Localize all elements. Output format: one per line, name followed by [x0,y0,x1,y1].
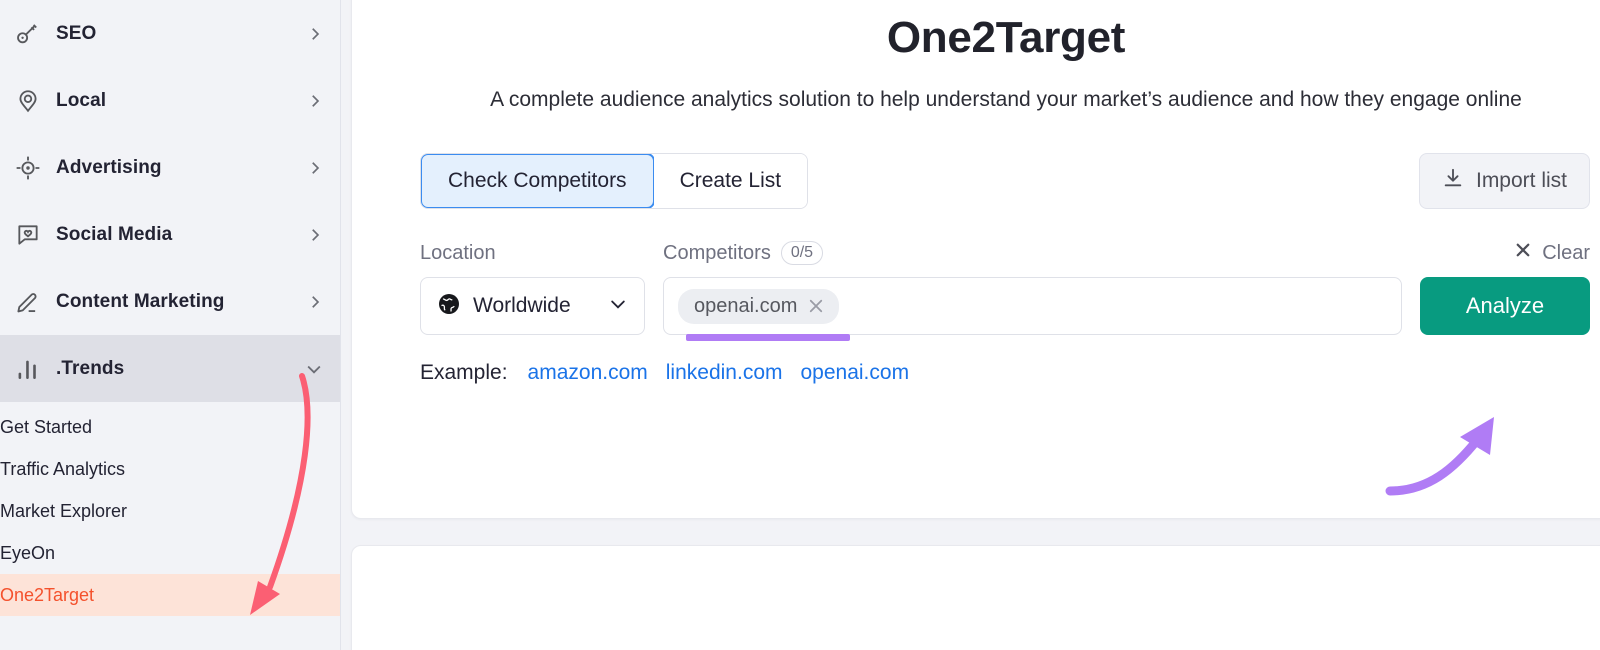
analyze-button[interactable]: Analyze [1420,277,1590,336]
chevron-right-icon [306,25,324,43]
sidebar-subitems: Get Started Traffic Analytics Market Exp… [0,402,340,616]
sidebar-item-one2target[interactable]: One2Target [0,574,340,616]
chevron-right-icon [306,293,324,311]
sidebar-item-advertising[interactable]: Advertising [0,134,340,201]
mode-segmented-control: Check Competitors Create List [420,153,809,210]
field-labels-row: Location Competitors 0/5 Clear [392,241,1600,266]
chevron-down-icon [304,359,324,379]
page-subtitle: A complete audience analytics solution t… [490,88,1522,111]
example-link-amazon[interactable]: amazon.com [528,361,648,385]
map-pin-icon [0,88,56,114]
sidebar-item-get-started[interactable]: Get Started [0,406,340,448]
competitors-count-badge: 0/5 [780,241,824,266]
sidebar-nav-groups: SEO Local Advertising Social Media Conte… [0,0,340,616]
sidebar-subitem-label: EyeOn [0,542,56,563]
sidebar-item-label: .Trends [56,357,125,379]
example-link-linkedin[interactable]: linkedin.com [666,361,783,385]
tabs-row: Check Competitors Create List Import lis… [392,153,1600,210]
clear-label: Clear [1542,241,1590,264]
target-icon [0,155,56,181]
clear-button[interactable]: Clear [1514,241,1590,265]
competitors-label: Competitors [663,241,771,264]
chevron-right-icon [306,92,324,110]
sidebar-item-content-marketing[interactable]: Content Marketing [0,268,340,335]
close-icon[interactable] [807,297,825,315]
sidebar-subitem-label: Get Started [0,416,93,437]
pencil-icon [0,289,56,315]
sidebar-item-local[interactable]: Local [0,67,340,134]
location-label: Location [420,241,496,264]
tab-create-list[interactable]: Create List [653,154,808,209]
competitor-tag-label: openai.com [694,294,798,317]
results-placeholder-card [351,545,1600,650]
example-link-openai[interactable]: openai.com [801,361,910,385]
sidebar-item-label: Advertising [56,156,162,178]
download-icon [1442,167,1464,195]
bar-chart-icon [0,356,56,382]
one2target-card: One2Target A complete audience analytics… [351,0,1600,519]
main-content: One2Target A complete audience analytics… [341,0,1600,650]
page-title: One2Target [886,13,1126,62]
app-root: SEO Local Advertising Social Media Conte… [0,0,1600,650]
sidebar-item-seo[interactable]: SEO [0,0,340,67]
chat-heart-icon [0,222,56,248]
sidebar-item-traffic-analytics[interactable]: Traffic Analytics [0,448,340,490]
location-select[interactable]: Worldwide [420,277,645,336]
key-icon [0,21,56,47]
tab-check-competitors[interactable]: Check Competitors [421,154,655,209]
sidebar-item-market-explorer[interactable]: Market Explorer [0,490,340,532]
close-icon [1514,241,1532,265]
sidebar-item-trends[interactable]: .Trends [0,335,340,402]
import-list-button[interactable]: Import list [1418,153,1590,210]
sidebar-item-eyeon[interactable]: EyeOn [0,532,340,574]
sidebar-item-label: SEO [56,22,97,44]
location-value: Worldwide [473,294,571,318]
sidebar-item-label: Content Marketing [56,290,225,312]
sidebar-item-label: Local [56,89,107,111]
competitors-label-group: Competitors 0/5 [663,241,824,266]
search-controls-row: Worldwide openai.com Analyze [392,277,1600,342]
sidebar: SEO Local Advertising Social Media Conte… [0,0,341,650]
purple-underline-annotation [686,334,850,342]
example-row: Example: amazon.com linkedin.com openai.… [392,361,1600,385]
sidebar-subitem-label: Traffic Analytics [0,458,126,479]
import-list-label: Import list [1475,169,1567,193]
competitors-input[interactable]: openai.com [663,277,1402,342]
example-label: Example: [420,361,508,385]
chevron-down-icon [608,294,628,319]
sidebar-item-social-media[interactable]: Social Media [0,201,340,268]
competitor-tag[interactable]: openai.com [678,288,840,324]
sidebar-subitem-label: Market Explorer [0,500,128,521]
chevron-right-icon [306,226,324,244]
globe-icon [437,292,461,321]
chevron-right-icon [306,159,324,177]
sidebar-item-label: Social Media [56,223,173,245]
sidebar-subitem-label: One2Target [0,584,95,605]
